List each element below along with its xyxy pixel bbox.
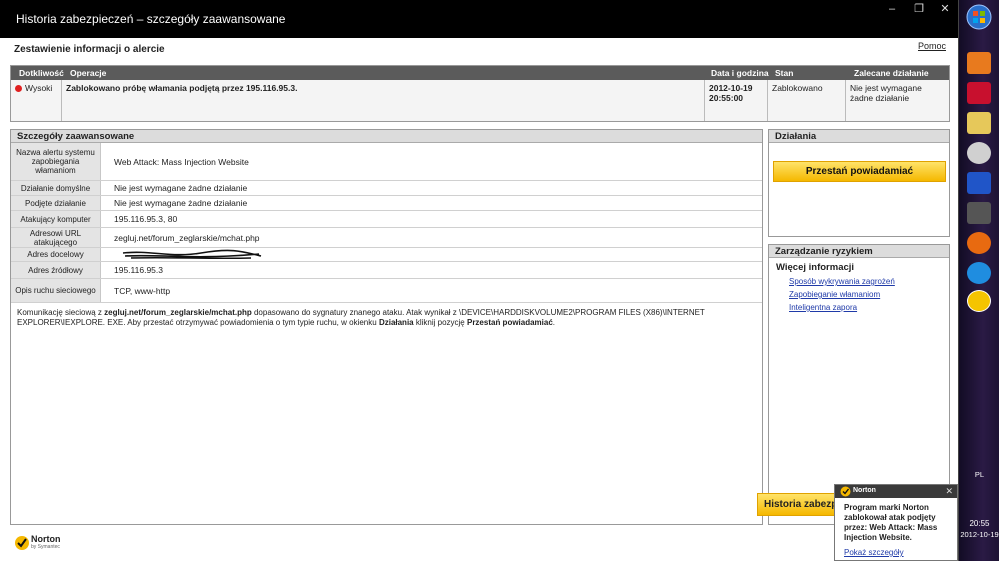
alert-summary-table: Dotkliwość Operacje Data i godzina Stan … (10, 65, 950, 122)
norton-check-icon (15, 536, 29, 550)
actions-heading: Działania (769, 130, 949, 143)
detail-value: Web Attack: Mass Injection Website (114, 156, 249, 167)
actions-panel: Działania Przestań powiadamiać (768, 129, 950, 237)
detail-row: Adres źródłowy 195.116.95.3 (11, 262, 762, 279)
col-datetime: Data i godzina (711, 68, 769, 78)
detail-label: Opis ruchu sieciowego (11, 279, 101, 302)
popup-message: Program marki Norton zablokował atak pod… (844, 503, 938, 542)
norton-globe-icon[interactable] (967, 290, 991, 312)
time-value: 20:55:00 (709, 93, 744, 103)
detail-label: Nazwa alertu systemu zapobiegania właman… (11, 143, 101, 180)
link-threat-detection[interactable]: Sposób wykrywania zagrożeń (789, 277, 949, 286)
norton-notification-popup: Norton ✕ Program marki Norton zablokował… (834, 484, 958, 561)
description-text: Komunikację sieciową z zegluj.net/forum_… (17, 308, 705, 327)
detail-value: TCP, www-http (114, 285, 171, 296)
window-icon[interactable] (967, 202, 991, 224)
detail-label: Atakujący komputer (11, 211, 101, 227)
show-details-link[interactable]: Pokaż szczegóły (844, 548, 904, 557)
detail-row: Adres docelowy (11, 248, 762, 262)
risk-heading: Zarządzanie ryzykiem (769, 245, 949, 258)
window-title: Historia zabezpieczeń – szczegóły zaawan… (16, 12, 286, 26)
description-url: zegluj.net/forum_zeglarskie/mchat.php (104, 308, 252, 317)
operation-value: Zablokowano próbę włamania podjętą przez… (62, 80, 705, 121)
col-status: Stan (775, 68, 794, 78)
date-value: 2012-10-19 (709, 83, 753, 93)
norton-logo: Norton by Symantec (14, 533, 64, 553)
status-value: Zablokowano (768, 80, 846, 121)
clock-date[interactable]: 2012-10-19 (959, 530, 999, 539)
details-heading: Szczegóły zaawansowane (11, 130, 762, 143)
redaction-scribble (122, 249, 262, 260)
restore-button[interactable]: ❐ (911, 2, 927, 16)
close-button[interactable]: ✕ (937, 2, 953, 16)
detail-value: 195.116.95.3, 80 (114, 214, 178, 224)
media-player-icon[interactable] (967, 52, 991, 74)
language-indicator[interactable]: PL (959, 470, 999, 479)
detail-row: Podjęte działanie Nie jest wymagane żadn… (11, 196, 762, 211)
norton-check-icon (840, 486, 851, 497)
title-bar: Historia zabezpieczeń – szczegóły zaawan… (0, 0, 958, 38)
detail-label: Adresowi URL atakującego (11, 228, 101, 247)
detail-value: 195.116.95.3 (114, 265, 163, 275)
pin-icon[interactable] (967, 82, 991, 104)
advanced-details-panel: Szczegóły zaawansowane Nazwa alertu syst… (10, 129, 763, 525)
internet-explorer-icon[interactable] (967, 262, 991, 284)
taskbar: PL 20:55 2012-10-19 (958, 0, 999, 561)
detail-value: Nie jest wymagane żadne działanie (114, 183, 248, 193)
firefox-icon[interactable] (967, 232, 991, 254)
detail-value: Nie jest wymagane żadne działanie (114, 198, 248, 208)
app-body: Pomoc Zestawienie informacji o alercie D… (0, 38, 958, 561)
system-tray: PL 20:55 2012-10-19 (959, 465, 999, 561)
detail-label: Podjęte działanie (11, 196, 101, 210)
col-recommended: Zalecane działanie (854, 68, 929, 78)
user-icon[interactable] (967, 172, 991, 194)
detail-value: zegluj.net/forum_zeglarskie/mchat.php (114, 232, 260, 243)
severity-high-icon (15, 85, 22, 92)
detail-row: Opis ruchu sieciowego TCP, www-http (11, 279, 762, 303)
link-intrusion-prevention[interactable]: Zapobieganie włamaniom (789, 290, 949, 299)
stop-notifying-button[interactable]: Przestań powiadamiać (773, 161, 946, 182)
more-info-heading: Więcej informacji (776, 262, 855, 273)
detail-label: Działanie domyślne (11, 181, 101, 195)
clock-time[interactable]: 20:55 (959, 519, 999, 528)
detail-row: Działanie domyślne Nie jest wymagane żad… (11, 181, 762, 196)
severity-value: Wysoki (25, 83, 53, 93)
summary-heading: Zestawienie informacji o alercie (14, 44, 165, 55)
risk-management-panel: Zarządzanie ryzykiem Więcej informacji S… (768, 244, 950, 525)
col-severity: Dotkliwość (19, 68, 64, 78)
help-link[interactable]: Pomoc (918, 41, 946, 51)
detail-label: Adres docelowy (11, 248, 101, 261)
recommended-value: Nie jest wymagane żadne działanie (850, 83, 922, 103)
link-smart-firewall[interactable]: Inteligentna zapora (789, 303, 949, 312)
security-history-button[interactable]: Historia zabezpieczeń (757, 493, 837, 516)
start-orb-icon[interactable] (966, 4, 992, 30)
detail-row: Adresowi URL atakującego zegluj.net/foru… (11, 228, 762, 248)
detail-row: Atakujący komputer 195.116.95.3, 80 (11, 211, 762, 228)
popup-close-icon[interactable]: ✕ (945, 486, 953, 497)
clock-icon[interactable] (967, 142, 991, 164)
minimize-button[interactable]: – (884, 2, 900, 16)
detail-label: Adres źródłowy (11, 262, 101, 278)
popup-brand: Norton (853, 487, 876, 494)
table-row[interactable]: Wysoki Zablokowano próbę włamania podjęt… (11, 80, 949, 121)
detail-row: Nazwa alertu systemu zapobiegania właman… (11, 143, 762, 181)
explorer-folder-icon[interactable] (967, 112, 991, 134)
table-header: Dotkliwość Operacje Data i godzina Stan … (11, 66, 949, 80)
col-operations: Operacje (70, 68, 107, 78)
details-grid: Nazwa alertu systemu zapobiegania właman… (11, 143, 762, 303)
